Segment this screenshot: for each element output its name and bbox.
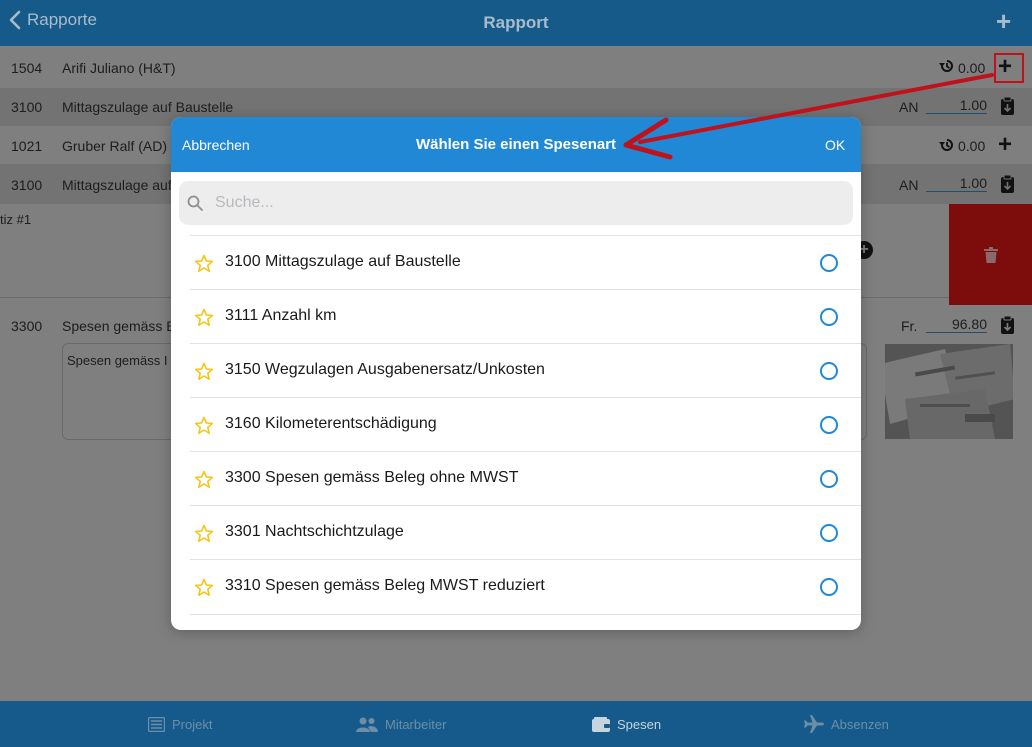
clipboard-icon[interactable] xyxy=(1000,174,1015,197)
row-name: Mittagszulage auf xyxy=(62,177,172,193)
row-value: 0.00 xyxy=(958,138,986,154)
wallet-icon xyxy=(592,716,610,732)
row-name: Arifi Juliano (H&T) xyxy=(62,60,176,76)
list-item[interactable]: 3301 Nachtschichtzulage xyxy=(190,505,861,560)
star-icon[interactable] xyxy=(194,578,214,597)
star-icon[interactable] xyxy=(194,524,214,543)
star-icon[interactable] xyxy=(194,308,214,327)
users-icon xyxy=(356,717,378,732)
row-name: Mittagszulage auf Baustelle xyxy=(62,99,234,115)
list-item[interactable]: 3111 Anzahl km xyxy=(190,289,861,344)
page-title: Rapport xyxy=(483,13,549,32)
radio-button[interactable] xyxy=(820,524,838,542)
item-label: 3301 Nachtschichtzulage xyxy=(225,523,404,540)
radio-button[interactable] xyxy=(820,578,838,596)
radio-button[interactable] xyxy=(820,362,838,380)
row-code: 1021 xyxy=(11,138,43,154)
item-label: 3300 Spesen gemäss Beleg ohne MWST xyxy=(225,469,519,486)
tab-spesen[interactable]: Spesen xyxy=(592,701,661,747)
tab-label: Projekt xyxy=(172,716,213,732)
employee-row[interactable]: 1504 Arifi Juliano (H&T) 0.00 + xyxy=(0,46,1032,88)
list-icon xyxy=(148,716,165,732)
list-item[interactable]: 3100 Mittagszulage auf Baustelle xyxy=(190,235,861,290)
star-icon[interactable] xyxy=(194,362,214,381)
expense-type-picker-modal: Abbrechen Wählen Sie einen Spesenart OK … xyxy=(171,117,861,630)
tab-mitarbeiter[interactable]: Mitarbeiter xyxy=(356,701,446,747)
tab-label: Spesen xyxy=(617,716,662,732)
notiz-label: tiz #1 xyxy=(0,212,32,227)
row-unit: Fr. xyxy=(901,318,918,334)
delete-button[interactable] xyxy=(949,204,1032,305)
row-unit: AN xyxy=(899,177,919,193)
airplane-icon xyxy=(804,715,824,733)
radio-button[interactable] xyxy=(820,254,838,272)
item-label: 3310 Spesen gemäss Beleg MWST reduziert xyxy=(225,577,545,594)
ok-button[interactable]: OK xyxy=(825,137,845,153)
modal-header: Abbrechen Wählen Sie einen Spesenart OK xyxy=(171,117,861,172)
list-item[interactable]: 3300 Spesen gemäss Beleg ohne MWST xyxy=(190,451,861,506)
radio-button[interactable] xyxy=(820,416,838,434)
row-code: 3100 xyxy=(11,177,43,193)
row-code: 3300 xyxy=(11,318,43,334)
history-icon[interactable] xyxy=(938,57,956,78)
history-icon[interactable] xyxy=(938,136,956,157)
item-label: 3160 Kilometerentschädigung xyxy=(225,415,437,432)
row-code: 3100 xyxy=(11,99,43,115)
star-icon[interactable] xyxy=(194,416,214,435)
radio-button[interactable] xyxy=(820,308,838,326)
highlight-box xyxy=(994,53,1024,83)
clipboard-icon[interactable] xyxy=(1000,96,1015,119)
list-item[interactable]: 3310 Spesen gemäss Beleg MWST reduziert xyxy=(190,559,861,615)
item-label: 3150 Wegzulagen Ausgabenersatz/Unkosten xyxy=(225,361,545,378)
tab-label: Absenzen xyxy=(831,716,889,732)
quantity-field[interactable]: 1.00 xyxy=(926,175,987,192)
bottom-tab-bar: Projekt Mitarbeiter Spesen Absenzen xyxy=(0,701,1032,747)
row-code: 1504 xyxy=(11,60,43,76)
row-name: Gruber Ralf (AD) xyxy=(62,138,168,154)
list-item[interactable]: 3150 Wegzulagen Ausgabenersatz/Unkosten xyxy=(190,343,861,398)
row-name: Spesen gemäss B xyxy=(62,318,176,334)
row-unit: AN xyxy=(899,99,919,115)
search-bar xyxy=(179,181,853,225)
tab-projekt[interactable]: Projekt xyxy=(148,701,212,747)
modal-title: Wählen Sie einen Spesenart xyxy=(415,136,617,153)
item-label: 3100 Mittagszulage auf Baustelle xyxy=(225,253,461,270)
add-icon[interactable]: + xyxy=(996,8,1011,34)
star-icon[interactable] xyxy=(194,470,214,489)
trash-icon xyxy=(984,247,998,263)
star-icon[interactable] xyxy=(194,254,214,273)
item-label: 3111 Anzahl km xyxy=(225,307,337,324)
note-text: Spesen gemäss I xyxy=(67,353,168,368)
search-icon xyxy=(187,195,203,211)
radio-button[interactable] xyxy=(820,470,838,488)
row-value: 0.00 xyxy=(958,60,986,76)
tab-absenzen[interactable]: Absenzen xyxy=(804,701,889,747)
search-input[interactable] xyxy=(215,181,835,225)
amount-field[interactable]: 96.80 xyxy=(926,316,987,333)
tab-label: Mitarbeiter xyxy=(385,716,447,732)
quantity-field[interactable]: 1.00 xyxy=(926,97,987,114)
list-item[interactable]: 3160 Kilometerentschädigung xyxy=(190,397,861,452)
clipboard-icon[interactable] xyxy=(1000,315,1015,338)
add-expense-icon[interactable]: + xyxy=(998,133,1012,157)
top-navigation-bar: Rapporte Rapport + xyxy=(0,0,1032,46)
receipt-thumbnail[interactable] xyxy=(885,344,1013,439)
